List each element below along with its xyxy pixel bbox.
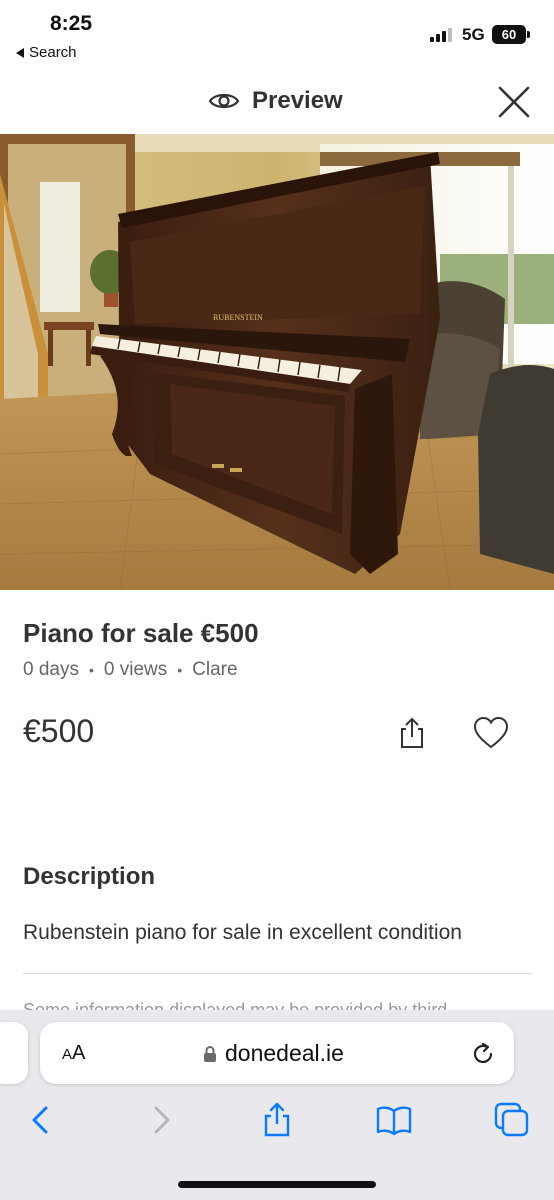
- cellular-signal-icon: [430, 28, 452, 42]
- description-heading: Description: [23, 863, 156, 890]
- preview-title: Preview: [208, 87, 343, 115]
- separator-dot: •: [177, 662, 183, 678]
- description-text: Rubenstein piano for sale in excellent c…: [23, 921, 462, 944]
- book-icon[interactable]: [376, 1102, 412, 1138]
- domain-text: donedeal.ie: [225, 1040, 344, 1066]
- chevron-right-icon[interactable]: [143, 1102, 179, 1138]
- home-indicator: [178, 1181, 376, 1188]
- network-type: 5G: [462, 25, 485, 44]
- status-bar: 8:25 Search 5G 60: [0, 0, 554, 70]
- listing-photo[interactable]: RUBENSTEIN: [0, 134, 554, 590]
- separator-dot: •: [88, 662, 94, 678]
- status-time: 8:25: [50, 12, 93, 35]
- preview-label: Preview: [252, 87, 343, 114]
- piano-photo-image: RUBENSTEIN: [0, 134, 554, 590]
- domain-display[interactable]: donedeal.ie: [203, 1040, 344, 1067]
- close-icon[interactable]: [496, 84, 532, 120]
- listing-title: Piano for sale €500: [23, 618, 259, 648]
- piano-brand-plate: RUBENSTEIN: [213, 313, 263, 322]
- address-bar[interactable]: AA donedeal.ie: [40, 1022, 514, 1084]
- reload-icon[interactable]: [470, 1041, 496, 1067]
- preview-header: Preview: [0, 70, 554, 134]
- share-icon[interactable]: [259, 1102, 295, 1138]
- listing-price: €500: [23, 713, 95, 749]
- back-triangle-icon: [16, 47, 24, 58]
- heart-icon[interactable]: [473, 716, 509, 750]
- tabs-icon[interactable]: [494, 1102, 530, 1138]
- divider: [23, 973, 532, 974]
- battery-icon: 60: [492, 25, 526, 44]
- back-to-search-link[interactable]: Search: [16, 44, 77, 61]
- lock-icon: [204, 1045, 216, 1062]
- previous-tab-card[interactable]: [0, 1022, 28, 1084]
- listing-location: Clare: [192, 659, 238, 680]
- eye-icon: [208, 93, 240, 109]
- listing-views: 0 views: [103, 659, 168, 680]
- listing-age: 0 days: [23, 659, 79, 680]
- text-size-button[interactable]: AA: [62, 1042, 85, 1065]
- chevron-left-icon[interactable]: [23, 1102, 59, 1138]
- back-to-search-label: Search: [29, 44, 77, 61]
- listing-meta: 0 days • 0 views • Clare: [23, 659, 238, 681]
- share-icon[interactable]: [396, 716, 428, 750]
- battery-nub: [527, 31, 530, 38]
